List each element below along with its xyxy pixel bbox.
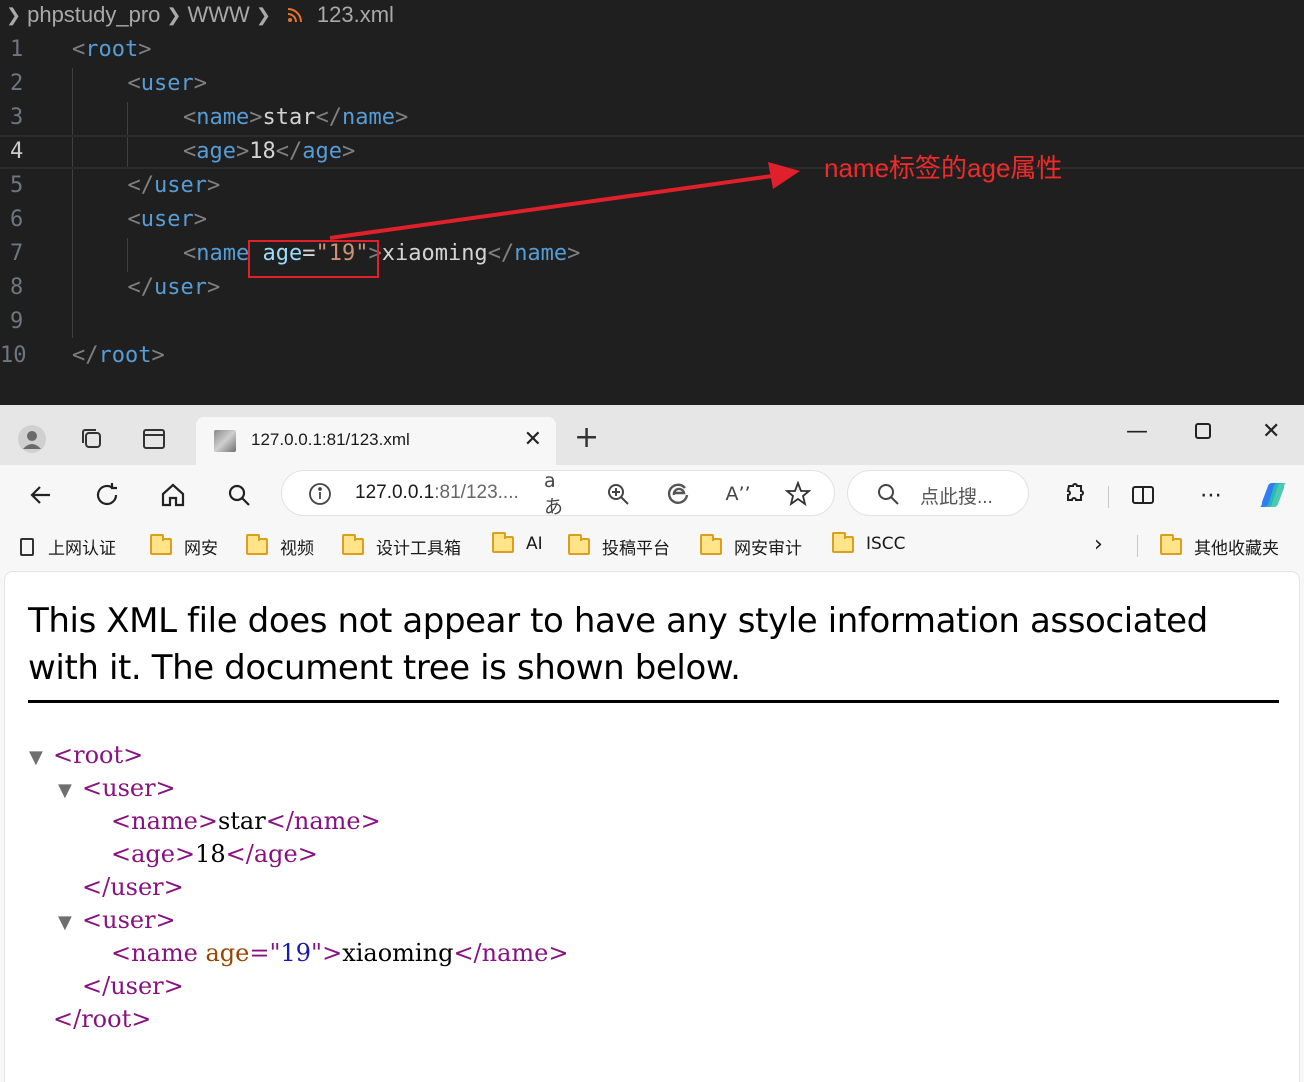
bookmark-divider <box>1137 535 1138 557</box>
folder-icon <box>1160 534 1182 555</box>
address-url[interactable]: 127.0.0.1:81/123.... <box>355 482 519 504</box>
folder-icon <box>246 534 268 555</box>
translate-icon[interactable]: aあ <box>544 470 572 518</box>
split-screen-icon[interactable] <box>1126 478 1160 512</box>
home-icon[interactable] <box>156 478 190 512</box>
vertical-tabs-icon[interactable] <box>138 423 170 455</box>
bookmark-item[interactable]: AI <box>492 531 543 554</box>
bookmark-label: AI <box>526 534 543 554</box>
zoom-icon[interactable] <box>604 480 632 508</box>
folder-icon <box>700 534 722 555</box>
divider <box>28 700 1279 703</box>
tab-title: 127.0.0.1:81/123.xml <box>251 430 410 449</box>
bookmark-label: 视频 <box>280 539 314 559</box>
close-window-icon[interactable]: ✕ <box>1262 419 1280 444</box>
collapse-triangle-icon[interactable]: ▼ <box>29 741 53 774</box>
collapse-triangle-icon[interactable]: ▼ <box>58 906 82 939</box>
page-icon <box>20 537 34 556</box>
nav-bar: 127.0.0.1:81/123.... aあ A’’ 点此搜... ⋯ <box>0 465 1304 523</box>
bookmark-item[interactable]: 网安审计 <box>700 534 802 559</box>
more-menu-icon[interactable]: ⋯ <box>1194 478 1228 512</box>
back-icon[interactable] <box>24 478 58 512</box>
xml-tree-row: <name>star</name> <box>111 807 381 835</box>
folder-icon <box>568 534 590 555</box>
address-bar[interactable]: 127.0.0.1:81/123.... aあ A’’ <box>282 470 834 518</box>
search-icon <box>874 480 902 508</box>
bookmark-label: 网安审计 <box>734 539 802 559</box>
tab-bar: 127.0.0.1:81/123.xml ✕ + — ✕ <box>0 405 1304 465</box>
annotation-label: name标签的age属性 <box>824 153 1063 183</box>
xml-info-message: This XML file does not appear to have an… <box>28 601 1208 688</box>
page-content: This XML file does not appear to have an… <box>5 572 1299 1082</box>
favorite-star-icon[interactable] <box>784 480 812 508</box>
xml-tree-row: <name age="19">xiaoming</name> <box>111 939 569 967</box>
edge-icon[interactable] <box>664 480 692 508</box>
search-icon[interactable] <box>222 478 256 512</box>
bookmark-item[interactable]: 设计工具箱 <box>342 534 461 559</box>
xml-tree-row[interactable]: ▼ <root> <box>29 739 143 772</box>
copilot-icon[interactable] <box>1256 478 1290 512</box>
bookmarks-overflow-chevron-icon[interactable]: › <box>1094 532 1103 557</box>
toolbar-divider <box>1108 486 1109 508</box>
web-search-box[interactable]: 点此搜... <box>848 471 1028 515</box>
extensions-icon[interactable] <box>1056 478 1090 512</box>
bookmark-label: 投稿平台 <box>602 539 670 559</box>
folder-icon <box>150 534 172 555</box>
folder-icon <box>342 534 364 555</box>
bookmark-label: ISCC <box>866 534 906 554</box>
close-tab-icon[interactable]: ✕ <box>524 427 542 452</box>
bookmark-item[interactable]: 视频 <box>246 534 314 559</box>
arrow-annotation <box>329 162 800 240</box>
folder-icon <box>832 531 854 553</box>
browser-window: 127.0.0.1:81/123.xml ✕ + — ✕ 127.0.0.1:8… <box>0 405 1304 1082</box>
xml-tree-row: </user> <box>82 873 184 901</box>
bookmark-item[interactable]: ISCC <box>832 531 906 554</box>
bookmark-label: 网安 <box>184 539 218 559</box>
xml-tree-row[interactable]: ▼ <user> <box>58 904 176 937</box>
maximize-icon[interactable] <box>1194 421 1212 446</box>
xml-tree-row: </root> <box>53 1005 152 1033</box>
bookmark-label: 上网认证 <box>48 539 116 559</box>
workspaces-icon[interactable] <box>76 423 108 455</box>
site-info-icon[interactable] <box>306 480 334 508</box>
xml-tree-row: </user> <box>82 972 184 1000</box>
xml-tree-row: <age>18</age> <box>111 840 318 868</box>
search-placeholder: 点此搜... <box>920 487 993 508</box>
bookmark-other-favorites[interactable]: 其他收藏夹 <box>1160 534 1279 559</box>
code-editor[interactable]: ❯ phpstudy_pro ❯ WWW ❯ 123.xml 1 <root> 2 <… <box>0 0 1304 405</box>
page-favicon-icon <box>214 430 236 452</box>
read-aloud-icon[interactable]: A’’ <box>724 480 752 508</box>
bookmarks-bar: 上网认证 网安 视频 设计工具箱 AI 投稿平台 网安审计 ISCC › 其他收藏夹 <box>0 523 1304 569</box>
tab-123-xml[interactable]: 127.0.0.1:81/123.xml ✕ <box>196 417 556 465</box>
collapse-triangle-icon[interactable]: ▼ <box>58 774 82 807</box>
bookmark-label: 设计工具箱 <box>376 539 461 559</box>
minimize-icon[interactable]: — <box>1126 419 1148 444</box>
bookmark-item[interactable]: 上网认证 <box>20 534 116 559</box>
new-tab-button[interactable]: + <box>574 420 599 455</box>
refresh-icon[interactable] <box>90 478 124 512</box>
bookmark-item[interactable]: 网安 <box>150 534 218 559</box>
folder-icon <box>492 531 514 553</box>
xml-tree-row[interactable]: ▼ <user> <box>58 772 176 805</box>
profile-avatar-icon[interactable] <box>16 423 48 455</box>
bookmark-item[interactable]: 投稿平台 <box>568 534 670 559</box>
